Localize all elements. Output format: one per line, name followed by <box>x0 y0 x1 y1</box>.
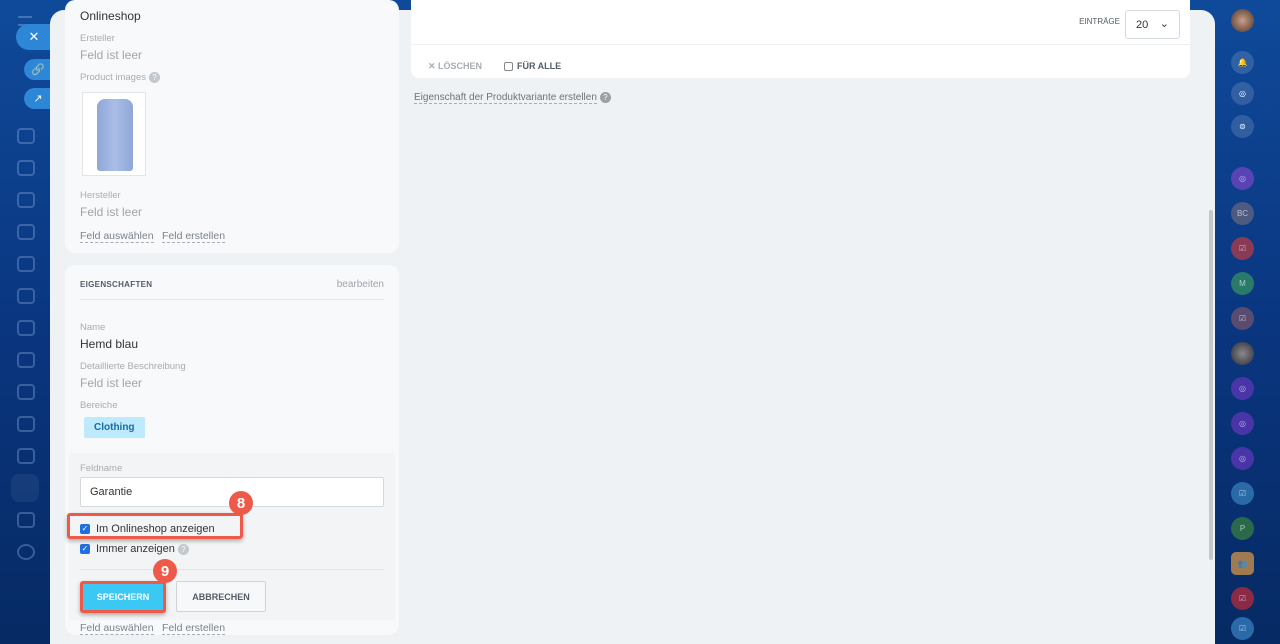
openline-icon[interactable]: ◎ <box>1231 447 1254 470</box>
file-icon[interactable] <box>17 512 35 528</box>
product-image[interactable] <box>82 92 146 176</box>
check-icon: ✓ <box>80 544 90 555</box>
mail-icon[interactable] <box>17 320 35 336</box>
step-badge-8: 8 <box>229 491 253 515</box>
name-value: Hemd blau <box>80 337 139 351</box>
close-button[interactable]: ✕ <box>16 24 52 50</box>
chat-search-icon[interactable]: ⊜ <box>1231 115 1254 138</box>
card-title: Onlineshop <box>80 9 141 23</box>
copy-link-button[interactable]: 🔗 <box>24 59 52 80</box>
area-label: Bereiche <box>80 400 118 411</box>
chat-m[interactable]: M <box>1231 272 1254 295</box>
chevron-down-icon: ⌄ <box>1159 18 1169 30</box>
group-icon[interactable]: 👥 <box>1231 552 1254 575</box>
scrollbar[interactable] <box>1209 210 1213 560</box>
new-field-form: Feldname Garantie ✓ Im Onlineshop anzeige… <box>67 453 395 620</box>
contacts-icon[interactable] <box>17 128 35 144</box>
cancel-button[interactable]: ABBRECHEN <box>176 581 266 612</box>
open-channels-icon[interactable]: ◎ <box>1231 82 1254 105</box>
filter-icon[interactable] <box>17 448 35 464</box>
help-icon[interactable]: ? <box>177 543 189 555</box>
task-chat-icon[interactable]: ☑ <box>1231 587 1254 610</box>
desc-value: Feld ist leer <box>80 376 143 390</box>
fieldname-label: Feldname <box>80 463 123 474</box>
chat-bc[interactable]: BC <box>1231 202 1254 225</box>
for-all-checkbox[interactable]: FÜR ALLE <box>504 61 561 72</box>
calendar-icon[interactable] <box>17 192 35 208</box>
user-avatar[interactable] <box>1231 9 1254 32</box>
right-sidebar: 🔔 ◎ ⊜ ◎ BC ☑ M ☑ ◎ ◎ ◎ ☑ P 👥 ☑ ☑ <box>1215 0 1280 644</box>
select-field-link[interactable]: Feld auswählen <box>80 230 154 243</box>
sign-icon[interactable] <box>17 384 35 400</box>
openline-icon[interactable]: ◎ <box>1231 412 1254 435</box>
help-icon[interactable]: ? <box>149 72 161 83</box>
drive-icon[interactable] <box>17 224 35 240</box>
always-show-checkbox[interactable]: ✓ Immer anzeigen? <box>80 543 189 555</box>
desc-label: Detaillierte Beschreibung <box>80 361 186 372</box>
entries-label: EINTRÄGE <box>1079 17 1120 26</box>
board-icon[interactable] <box>17 256 35 272</box>
create-field-link[interactable]: Feld erstellen <box>162 230 226 243</box>
task-chat-icon[interactable]: ☑ <box>1231 237 1254 260</box>
chat-icon[interactable] <box>17 352 35 368</box>
properties-card: EIGENSCHAFTEN bearbeiten Name Hemd blau … <box>65 265 399 635</box>
close-icon: ✕ <box>428 61 439 71</box>
check-icon: ✓ <box>80 524 90 535</box>
save-button[interactable]: SPEICHERN <box>80 581 166 613</box>
task-chat-icon[interactable]: ☑ <box>1231 482 1254 505</box>
slider-panel: Onlineshop Ersteller Feld ist leer Produ… <box>50 0 1215 644</box>
onlineshop-card: Onlineshop Ersteller Feld ist leer Produ… <box>65 0 399 253</box>
create-field-link[interactable]: Feld erstellen <box>162 622 226 635</box>
step-badge-9: 9 <box>153 559 177 583</box>
area-tag: Clothing <box>84 417 145 438</box>
entries-select[interactable]: 20 ⌄ <box>1125 10 1180 39</box>
creator-value: Feld ist leer <box>80 48 143 62</box>
maker-label: Hersteller <box>80 190 121 201</box>
open-new-window-button[interactable]: ↗ <box>24 88 52 109</box>
maker-value: Feld ist leer <box>80 205 143 219</box>
openline-icon[interactable]: ◎ <box>1231 167 1254 190</box>
show-in-shop-checkbox[interactable]: ✓ Im Onlineshop anzeigen <box>80 523 215 535</box>
images-label: Product images? <box>80 72 161 83</box>
docs-icon[interactable] <box>17 160 35 176</box>
help-icon[interactable]: ? <box>599 92 611 103</box>
bell-icon[interactable]: 🔔 <box>1231 51 1254 74</box>
select-field-link[interactable]: Feld auswählen <box>80 622 154 635</box>
properties-title: EIGENSCHAFTEN <box>80 280 153 289</box>
task-chat-icon[interactable]: ☑ <box>1231 617 1254 640</box>
cart-icon[interactable] <box>11 474 39 502</box>
settings-icon[interactable] <box>17 544 35 560</box>
creator-label: Ersteller <box>80 33 115 44</box>
create-variant-property-link[interactable]: Eigenschaft der Produktvariante erstelle… <box>414 92 611 105</box>
task-chat-icon[interactable]: ☑ <box>1231 307 1254 330</box>
openline-icon[interactable]: ◎ <box>1231 377 1254 400</box>
delete-button[interactable]: ✕ LÖSCHEN <box>428 61 482 72</box>
name-label: Name <box>80 322 106 333</box>
edit-link[interactable]: bearbeiten <box>337 279 384 290</box>
chat-p[interactable]: P <box>1231 517 1254 540</box>
contact-avatar[interactable] <box>1231 342 1254 365</box>
tasks-icon[interactable] <box>17 288 35 304</box>
store-icon[interactable] <box>17 416 35 432</box>
variants-card: EINTRÄGE 20 ⌄ ✕ LÖSCHEN FÜR ALLE <box>411 0 1190 78</box>
